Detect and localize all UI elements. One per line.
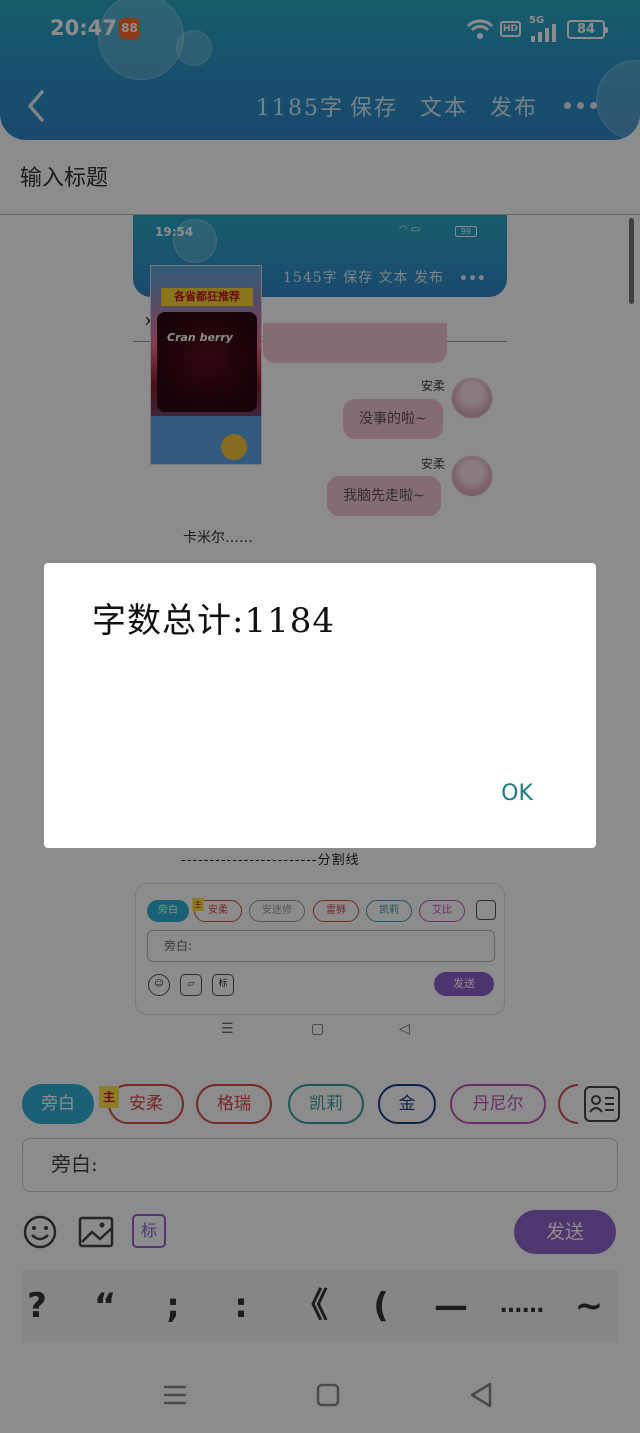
dialog-message: 字数总计:1184 <box>92 601 335 641</box>
ok-button[interactable]: OK <box>487 776 547 812</box>
word-count-dialog: 字数总计:1184 OK <box>44 563 596 848</box>
